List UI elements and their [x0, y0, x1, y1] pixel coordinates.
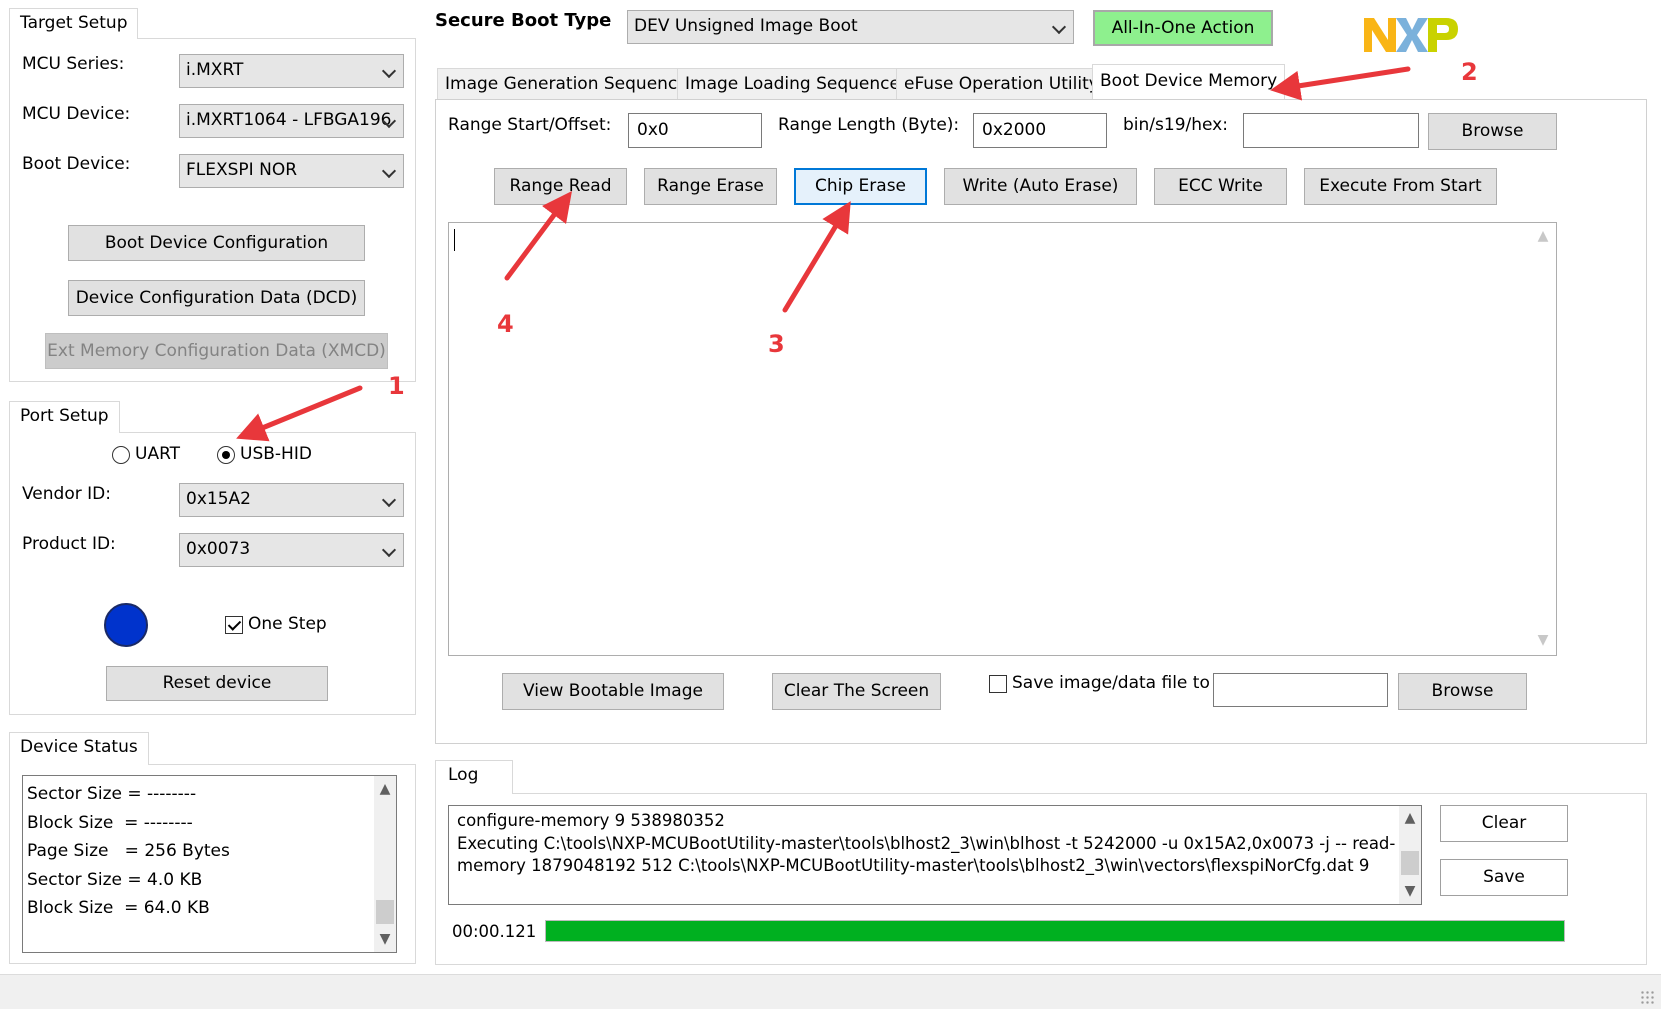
arrow-3 — [782, 201, 851, 313]
arrow-4 — [504, 190, 572, 281]
arrow-2 — [1270, 66, 1411, 101]
annotation-arrows — [236, 66, 1411, 442]
arrow-1 — [236, 385, 363, 442]
annotation-label-3: 3 — [768, 330, 785, 358]
annotation-label-4: 4 — [497, 310, 514, 338]
annotation-label-1: 1 — [388, 372, 405, 400]
annotation-label-2: 2 — [1461, 58, 1478, 86]
